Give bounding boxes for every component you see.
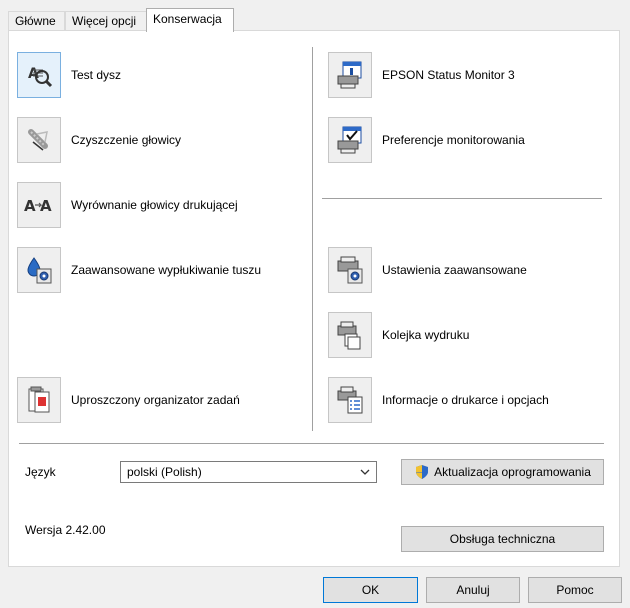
cancel-button[interactable]: Anuluj xyxy=(426,577,520,603)
cancel-label: Anuluj xyxy=(456,583,490,597)
column-divider xyxy=(312,47,313,431)
head-cleaning-label: Czyszczenie głowicy xyxy=(71,133,182,147)
status-monitor-label: EPSON Status Monitor 3 xyxy=(382,68,515,82)
ink-flush-button[interactable] xyxy=(17,247,61,293)
nozzle-check-icon: A xyxy=(28,66,53,88)
ok-label: OK xyxy=(361,583,380,597)
tab-more-options[interactable]: Więcej opcji xyxy=(65,11,147,31)
print-queue-label: Kolejka wydruku xyxy=(382,328,470,342)
extended-settings-label: Ustawienia zaawansowane xyxy=(382,263,527,277)
ink-flush-item[interactable]: Zaawansowane wypłukiwanie tuszu xyxy=(17,247,261,293)
printer-info-icon xyxy=(337,386,363,414)
tech-support-label: Obsługa techniczna xyxy=(449,532,556,546)
extended-settings-icon xyxy=(337,256,363,284)
svg-text:A: A xyxy=(40,197,52,215)
tech-support-button[interactable]: Obsługa techniczna xyxy=(401,526,604,552)
nozzle-check-button[interactable]: A xyxy=(17,52,61,98)
head-cleaning-button[interactable] xyxy=(17,117,61,163)
right-section-divider xyxy=(322,198,602,199)
language-select-value: polski (Polish) xyxy=(127,465,202,479)
printer-info-item[interactable]: Informacje o drukarce i opcjach xyxy=(328,377,549,423)
head-cleaning-icon xyxy=(28,129,48,151)
bottom-section-divider xyxy=(19,443,604,444)
nozzle-check-label: Test dysz xyxy=(71,68,122,82)
head-alignment-item[interactable]: A A Wyrównanie głowicy drukującej xyxy=(17,182,238,228)
ink-flush-label: Zaawansowane wypłukiwanie tuszu xyxy=(71,263,262,277)
job-arranger-icon xyxy=(28,386,50,413)
help-button[interactable]: Pomoc xyxy=(528,577,622,603)
status-monitor-item[interactable]: EPSON Status Monitor 3 xyxy=(328,52,515,98)
chevron-down-icon xyxy=(360,469,370,475)
software-update-button[interactable]: Aktualizacja oprogramowania xyxy=(401,459,604,485)
ink-flush-icon xyxy=(27,257,52,284)
ok-button[interactable]: OK xyxy=(323,577,418,603)
monitoring-preferences-label: Preferencje monitorowania xyxy=(382,133,525,147)
language-select[interactable]: polski (Polish) xyxy=(120,461,377,483)
head-alignment-label: Wyrównanie głowicy drukującej xyxy=(71,198,238,212)
extended-settings-item[interactable]: Ustawienia zaawansowane xyxy=(328,247,527,293)
print-queue-button[interactable] xyxy=(328,312,372,358)
print-queue-item[interactable]: Kolejka wydruku xyxy=(328,312,469,358)
job-arranger-item[interactable]: Uproszczony organizator zadań xyxy=(17,377,240,423)
tab-maintenance[interactable]: Konserwacja xyxy=(146,8,234,32)
printer-info-button[interactable] xyxy=(328,377,372,423)
version-text: Wersja 2.42.00 xyxy=(25,523,106,537)
extended-settings-button[interactable] xyxy=(328,247,372,293)
nozzle-check-item[interactable]: A Test dysz xyxy=(17,52,121,98)
help-label: Pomoc xyxy=(556,583,594,597)
svg-text:A: A xyxy=(24,197,36,215)
job-arranger-label: Uproszczony organizator zadań xyxy=(71,393,240,407)
status-monitor-icon xyxy=(337,61,362,89)
head-alignment-icon: A A xyxy=(24,197,52,215)
head-alignment-button[interactable]: A A xyxy=(17,182,61,228)
head-cleaning-item[interactable]: Czyszczenie głowicy xyxy=(17,117,181,163)
maintenance-panel: A Test dysz Czyszczenie głowicy A A Wyró… xyxy=(8,30,620,567)
software-update-label: Aktualizacja oprogramowania xyxy=(434,465,591,479)
printer-info-label: Informacje o drukarce i opcjach xyxy=(382,393,549,407)
status-monitor-button[interactable] xyxy=(328,52,372,98)
language-label: Język xyxy=(25,465,56,479)
monitoring-preferences-icon xyxy=(337,126,362,154)
monitoring-preferences-item[interactable]: Preferencje monitorowania xyxy=(328,117,525,163)
shield-icon xyxy=(416,465,429,479)
print-queue-icon xyxy=(337,321,361,350)
monitoring-preferences-button[interactable] xyxy=(328,117,372,163)
job-arranger-button[interactable] xyxy=(17,377,61,423)
tab-main[interactable]: Główne xyxy=(8,11,65,31)
